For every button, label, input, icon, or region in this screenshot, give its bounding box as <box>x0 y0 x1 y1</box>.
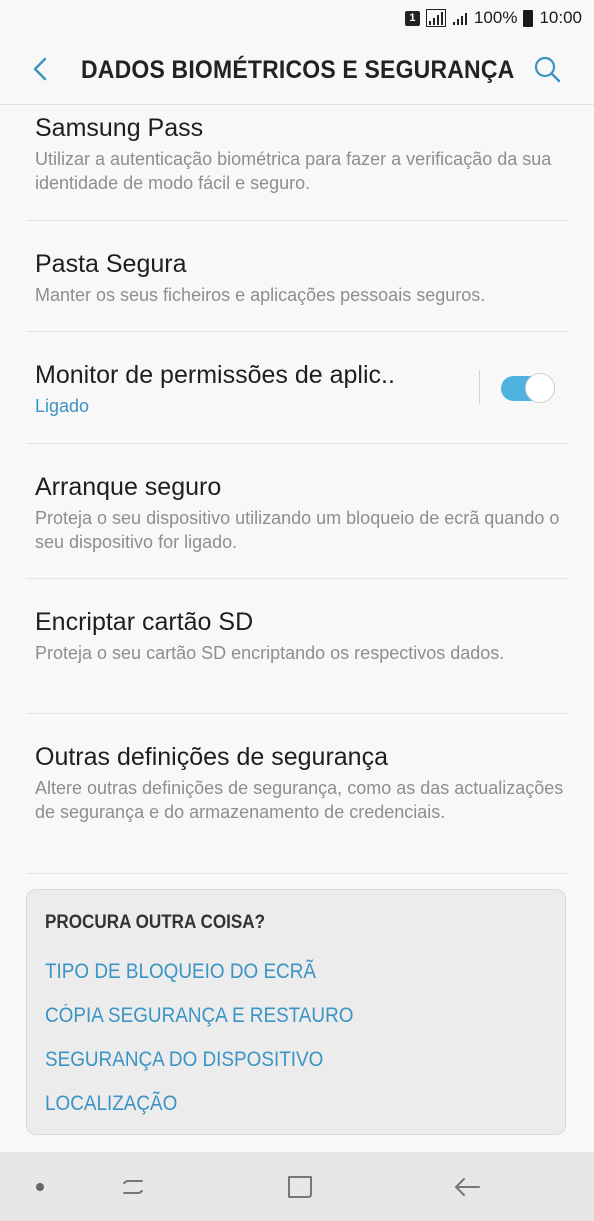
item-subtitle: Utilizar a autenticação biométrica para … <box>35 149 552 193</box>
list-item-arranque-seguro[interactable]: Arranque seguro Proteja o seu dispositiv… <box>35 471 568 554</box>
item-status: Ligado <box>35 396 90 416</box>
list-item-pasta-segura[interactable]: Pasta Segura Manter os seus ficheiros e … <box>35 248 568 307</box>
back-nav-icon[interactable] <box>452 1172 482 1202</box>
status-bar: 1 100% 10:00 <box>0 0 594 36</box>
list-item-encriptar-sd[interactable]: Encriptar cartão SD Proteja o seu cartão… <box>35 606 568 665</box>
divider <box>26 578 568 579</box>
battery-icon <box>523 9 534 27</box>
permission-monitor-toggle[interactable] <box>501 372 555 404</box>
list-item-outras-definicoes[interactable]: Outras definições de segurança Altere ou… <box>35 741 568 824</box>
item-title: Pasta Segura <box>35 250 187 278</box>
link-seguranca-dispositivo[interactable]: SEGURANÇA DO DISPOSITIVO <box>45 1048 323 1072</box>
header-divider <box>0 104 594 105</box>
item-title: Samsung Pass <box>35 114 204 142</box>
list-item-samsung-pass[interactable]: Samsung Pass Utilizar a autenticação bio… <box>35 112 568 195</box>
nav-dot-icon[interactable] <box>36 1183 44 1191</box>
item-title: Arranque seguro <box>35 473 222 501</box>
item-subtitle: Altere outras definições de segurança, c… <box>35 778 564 822</box>
toggle-knob <box>525 373 555 403</box>
item-subtitle: Proteja o seu dispositivo utilizando um … <box>35 508 560 552</box>
divider <box>26 873 568 874</box>
search-icon[interactable] <box>532 54 564 86</box>
sim-indicator-icon: 1 <box>404 10 420 26</box>
toggle-separator <box>479 370 480 404</box>
item-subtitle: Manter os seus ficheiros e aplicações pe… <box>35 285 486 305</box>
cell-signal-icon <box>452 13 467 25</box>
battery-percent: 100% <box>473 8 518 27</box>
link-localizacao[interactable]: LOCALIZAÇÃO <box>45 1092 177 1116</box>
divider <box>26 713 568 714</box>
item-title: Encriptar cartão SD <box>35 608 254 636</box>
item-subtitle: Proteja o seu cartão SD encriptando os r… <box>35 643 505 663</box>
item-title: Outras definições de segurança <box>35 743 388 771</box>
navigation-bar <box>0 1152 594 1221</box>
suggestions-card: PROCURA OUTRA COISA? TIPO DE BLOQUEIO DO… <box>26 889 566 1135</box>
recent-apps-icon[interactable] <box>118 1172 148 1202</box>
link-tipo-bloqueio[interactable]: TIPO DE BLOQUEIO DO ECRÃ <box>45 960 316 984</box>
link-copia-seguranca[interactable]: CÓPIA SEGURANÇA E RESTAURO <box>45 1004 353 1028</box>
clock: 10:00 <box>539 8 582 27</box>
wifi-signal-icon <box>425 9 446 27</box>
divider <box>26 220 568 221</box>
divider <box>26 443 568 444</box>
list-item-monitor-permissoes[interactable]: Monitor de permissões de aplic.. Ligado <box>35 359 464 418</box>
app-header: DADOS BIOMÉTRICOS E SEGURANÇA <box>0 36 594 104</box>
page-title: DADOS BIOMÉTRICOS E SEGURANÇA <box>81 56 515 84</box>
divider <box>26 331 568 332</box>
item-title: Monitor de permissões de aplic.. <box>35 361 395 389</box>
back-arrow-icon[interactable] <box>26 54 56 84</box>
suggestions-heading: PROCURA OUTRA COISA? <box>45 912 266 933</box>
home-icon[interactable] <box>285 1172 315 1202</box>
